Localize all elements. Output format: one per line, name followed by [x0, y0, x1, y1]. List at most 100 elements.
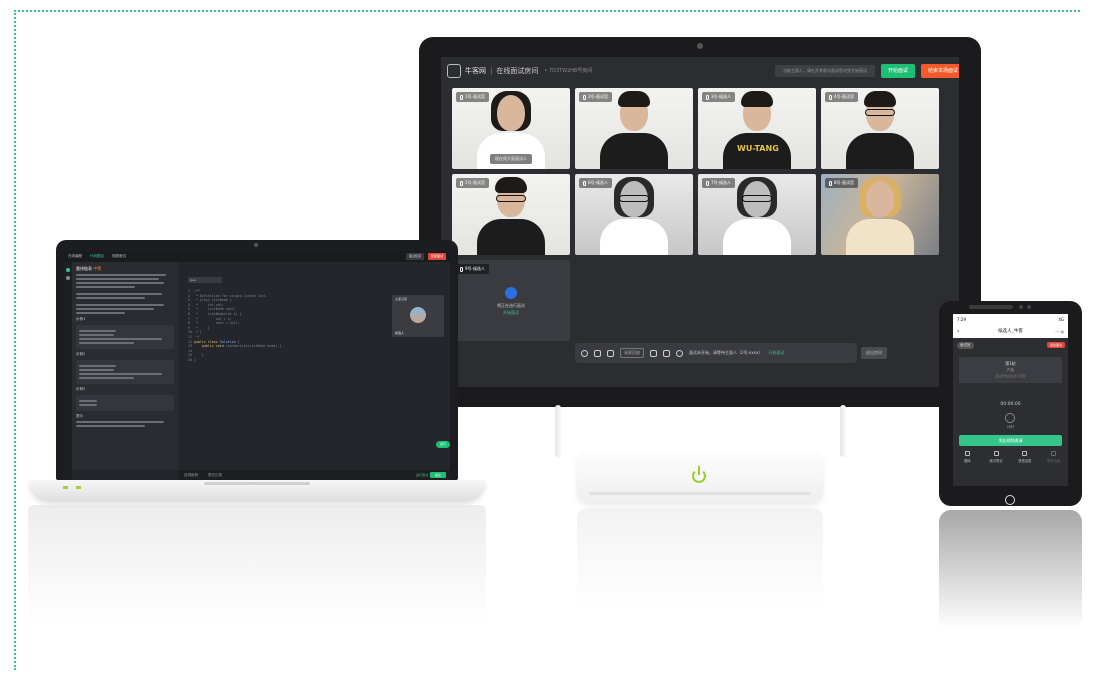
interview-room-screen: 牛客网 | 在线面试房间 • 7D3TW2H8号房间 当前主面人，请在开考前与面…: [441, 57, 959, 387]
mobile-nav: ‹ 候选人_牛客 ··· ◎: [953, 325, 1068, 338]
stand-leg: [840, 405, 846, 457]
timer: 00:00:00: [1000, 402, 1021, 407]
bar-item-more[interactable]: 更多功能: [1043, 451, 1065, 471]
end-button[interactable]: 结束面试: [428, 253, 446, 260]
finish-button[interactable]: 面试结束: [406, 253, 424, 260]
tile-label: 2号-面试官: [579, 92, 612, 102]
section-heading: 提示: [76, 414, 83, 418]
home-button[interactable]: [1005, 495, 1015, 505]
room-toolbar: 录屏回放 面试未开始，请等待主面人（2号-xxxx） 开始面试: [575, 343, 857, 363]
invite-video-button[interactable]: 发起视频邀请: [959, 435, 1062, 446]
question-panel: 重排链表 中等 示例1 示例2 示例3 提示: [72, 262, 178, 470]
status-bar: 7:29 4G: [953, 314, 1068, 325]
avatar: [410, 307, 426, 323]
clock-icon[interactable]: [1005, 413, 1015, 423]
video-tile[interactable]: 4号-面试官: [821, 88, 939, 169]
bar-item-notes[interactable]: 面试笔记: [985, 451, 1007, 471]
video-tile[interactable]: 2号-面试官: [575, 88, 693, 169]
screen-share-button[interactable]: 录屏回放: [620, 348, 644, 358]
video-tile[interactable]: 6号-候选人: [575, 174, 693, 255]
question-title: 重排链表 中等: [76, 266, 102, 271]
waiting-status: 开始面试: [503, 310, 519, 315]
tab-submissions[interactable]: 提交记录: [208, 473, 222, 478]
tab-questions[interactable]: 代码题目: [90, 254, 104, 259]
desktop-monitor: 牛客网 | 在线面试房间 • 7D3TW2H8号房间 当前主面人，请在开考前与面…: [419, 37, 981, 407]
back-icon[interactable]: ‹: [957, 325, 959, 338]
laptop-reflection: [28, 505, 486, 625]
tab-video[interactable]: 视频面试: [112, 254, 126, 259]
camera-icon[interactable]: [594, 349, 601, 357]
video-tile[interactable]: 1号-面试官 现在同大家面试人: [452, 88, 570, 169]
tile-label: 8号-面试官: [825, 178, 858, 188]
video-tile-empty[interactable]: 9号-候选人 将正在进行面试 开始面试: [452, 260, 570, 341]
tile-label: 7号-候选人: [702, 178, 735, 188]
code-text: 1 /** 2 * Definition for singly-linked l…: [188, 289, 282, 362]
tab-test-cases[interactable]: 自测用例: [184, 473, 198, 478]
brand-name: 牛客网: [465, 66, 486, 75]
laptop-base: [28, 480, 486, 502]
nav-title: 候选人_牛客: [998, 329, 1023, 334]
timer-label: 计时: [1007, 425, 1014, 429]
video-tile[interactable]: 8号-面试官: [821, 174, 939, 255]
logo-icon: [447, 63, 461, 78]
tile-label: 9号-候选人: [456, 264, 489, 274]
side-rail: [64, 262, 72, 480]
mobile-bottom-bar: 题库 面试笔记 语音连麦 更多功能: [953, 451, 1068, 471]
tile-label: 3号-候选人: [702, 92, 735, 102]
tile-label: 5号-面试官: [456, 178, 489, 188]
bar-item-questions[interactable]: 题库: [956, 451, 978, 471]
signal: 4G: [1058, 317, 1064, 322]
stand-leg: [555, 405, 561, 457]
video-pip[interactable]: 主面试官 候选人: [392, 295, 444, 337]
pip-name: 候选人: [395, 331, 405, 335]
section-heading: 示例1: [76, 317, 86, 321]
video-tile[interactable]: 7号-候选人: [698, 174, 816, 255]
submit-button[interactable]: 提交: [430, 472, 446, 478]
webcam-icon: [697, 43, 703, 49]
room-code: • 7D3TW2H8号房间: [544, 68, 593, 74]
indicator-icon: [63, 486, 68, 489]
product-showcase: 牛客网 | 在线面试房间 • 7D3TW2H8号房间 当前主面人，请在开考前与面…: [0, 0, 1094, 674]
language-select[interactable]: Java: [188, 277, 222, 283]
notes-icon[interactable]: [607, 349, 614, 357]
grid-icon: [1051, 451, 1057, 456]
round-card: 第1轮 产品 面试开始后会显示题目: [959, 357, 1062, 383]
laptop: 在线编程 代码题目 视频面试 面试结束 结束面试 重排链表 中等 示例1 示例2…: [56, 240, 458, 480]
editor-header: 在线编程 代码题目 视频面试: [64, 251, 450, 262]
editor-footer: 自测用例 提交记录: [178, 470, 450, 480]
leave-room-button[interactable]: 退出房间: [861, 347, 887, 359]
tab-online-coding[interactable]: 在线编程: [68, 254, 82, 259]
waiting-text: 将正在进行面试: [497, 303, 525, 308]
indicator-icon: [76, 486, 81, 489]
code-editor[interactable]: Java 1 /** 2 * Definition for singly-lin…: [182, 262, 386, 462]
more-icon[interactable]: ··· ◎: [1055, 325, 1064, 338]
location-icon: [993, 451, 999, 456]
tile-label: 1号-面试官: [456, 92, 489, 102]
end-interview-button[interactable]: 结束本场面试: [921, 64, 959, 78]
mobile-interview-screen: 7:29 4G ‹ 候选人_牛客 ··· ◎ 面试官 退出面试 第1轮 产品 面…: [953, 314, 1068, 486]
title-separator: |: [490, 66, 493, 75]
microphone-icon[interactable]: [581, 349, 588, 357]
bar-item-voice[interactable]: 语音连麦: [1014, 451, 1036, 471]
microphone-icon: [1022, 451, 1028, 456]
star-icon[interactable]: [650, 349, 657, 357]
tile-caption: 现在同大家面试人: [490, 154, 532, 164]
monitor-stand-base: [577, 452, 823, 504]
room-status-link[interactable]: 开始面试: [768, 350, 784, 356]
person-icon[interactable]: [676, 349, 683, 357]
room-title: 在线面试房间: [496, 66, 539, 75]
tile-label: 4号-面试官: [825, 92, 858, 102]
tile-label: 6号-候选人: [579, 178, 612, 188]
run-tests-button[interactable]: 运行测试: [416, 472, 428, 478]
phone-reflection: [939, 510, 1082, 630]
coding-interview-screen: 在线编程 代码题目 视频面试 面试结束 结束面试 重排链表 中等 示例1 示例2…: [64, 251, 450, 480]
start-interview-button[interactable]: 开始面试: [881, 64, 915, 78]
video-tile[interactable]: 5号-面试官: [452, 174, 570, 255]
webcam-icon: [254, 243, 258, 247]
document-icon: [964, 451, 970, 456]
run-chip[interactable]: 运行: [436, 441, 450, 448]
stand-reflection: [577, 508, 823, 608]
exit-icon[interactable]: [663, 349, 670, 357]
video-tile[interactable]: WU-TANG 3号-候选人: [698, 88, 816, 169]
exit-badge[interactable]: 退出面试: [1046, 342, 1065, 348]
